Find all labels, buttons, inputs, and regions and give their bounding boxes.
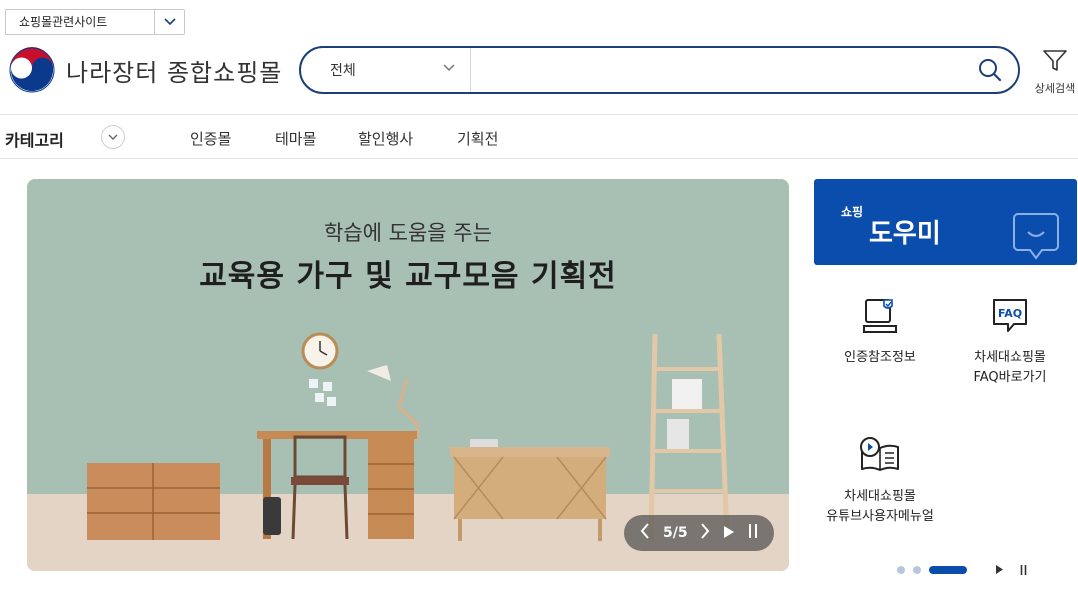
quick-link-youtube-label-1: 차세대쇼핑몰 <box>844 489 916 504</box>
search-icon <box>979 59 1002 82</box>
nav-item-theme-mall[interactable]: 테마몰 <box>275 128 316 149</box>
main-nav: 카테고리 인증몰 테마몰 할인행사 기획전 <box>0 114 1078 159</box>
next-slide-button[interactable] <box>700 523 710 543</box>
filter-icon <box>1043 50 1067 71</box>
helper-small-label: 쇼핑 <box>841 205 864 219</box>
quick-link-faq[interactable]: FAQ 차세대쇼핑몰 FAQ바로가기 <box>962 296 1058 388</box>
nav-item-certified-mall[interactable]: 인증몰 <box>190 128 231 149</box>
nav-item-discount-event[interactable]: 할인행사 <box>358 128 413 149</box>
search-bar: 전체 <box>299 46 1020 94</box>
logo-text: 나라장터 종합쇼핑몰 <box>66 58 283 87</box>
quick-link-faq-label-2: FAQ바로가기 <box>973 370 1047 385</box>
play-icon <box>996 565 1003 574</box>
laptop-shield-icon <box>863 299 897 333</box>
carousel-dot-1[interactable] <box>897 565 905 574</box>
faq-icon: FAQ <box>993 299 1027 332</box>
chevron-right-icon <box>701 523 710 539</box>
carousel-dot-3[interactable] <box>929 565 967 574</box>
helper-title: 도우미 <box>869 219 941 249</box>
pause-icon <box>1020 565 1027 575</box>
search-scope-select[interactable]: 전체 <box>301 48 471 92</box>
nav-item-exhibition[interactable]: 기획전 <box>457 128 498 149</box>
related-sites-select[interactable]: 쇼핑몰관련사이트 <box>5 9 185 35</box>
chat-bubble-icon <box>1013 213 1059 260</box>
search-input[interactable] <box>471 48 962 92</box>
quick-link-certification-label: 인증참조정보 <box>844 350 916 365</box>
helper-carousel-dots <box>897 560 1027 579</box>
category-label[interactable]: 카테고리 <box>5 127 64 151</box>
quick-link-youtube-manual[interactable]: 차세대쇼핑몰 유튜브사용자메뉴얼 <box>816 435 944 527</box>
svg-text:FAQ: FAQ <box>998 307 1022 320</box>
promo-banner[interactable]: 학습에 도움을 주는 교육용 가구 및 교구모음 기획전 5/5 <box>27 179 789 571</box>
furniture-illustration <box>87 332 730 541</box>
search-scope-label: 전체 <box>330 63 356 79</box>
site-logo[interactable]: 나라장터 종합쇼핑몰 <box>8 46 282 94</box>
taeguk-logo-icon <box>9 47 55 93</box>
category-toggle-button[interactable] <box>101 125 125 149</box>
chevron-down-icon <box>443 64 455 72</box>
quick-link-certification[interactable]: 인증참조정보 <box>832 296 928 368</box>
slide-page-indicator: 5/5 <box>663 525 688 541</box>
play-icon <box>723 525 734 538</box>
quick-link-faq-label-1: 차세대쇼핑몰 <box>974 350 1046 365</box>
carousel-play-button[interactable] <box>995 560 1004 579</box>
carousel-pause-button[interactable] <box>1020 560 1027 579</box>
pause-icon <box>748 524 757 538</box>
chevron-down-icon <box>108 134 118 140</box>
advanced-search-label: 상세검색 <box>1034 82 1076 95</box>
video-book-icon <box>860 437 899 471</box>
shopping-helper-box[interactable]: 쇼핑 도우미 <box>814 179 1077 265</box>
prev-slide-button[interactable] <box>640 523 650 543</box>
chevron-down-icon[interactable] <box>154 10 184 34</box>
related-sites-label: 쇼핑몰관련사이트 <box>19 15 108 29</box>
play-button[interactable] <box>723 524 735 543</box>
advanced-search-button[interactable]: 상세검색 <box>1032 48 1078 96</box>
banner-slide-controls: 5/5 <box>624 515 774 551</box>
search-button[interactable] <box>962 48 1018 92</box>
quick-link-youtube-label-2: 유튜브사용자메뉴얼 <box>826 509 934 524</box>
carousel-dot-2[interactable] <box>913 565 921 574</box>
chevron-left-icon <box>641 523 650 539</box>
pause-button[interactable] <box>748 523 758 543</box>
